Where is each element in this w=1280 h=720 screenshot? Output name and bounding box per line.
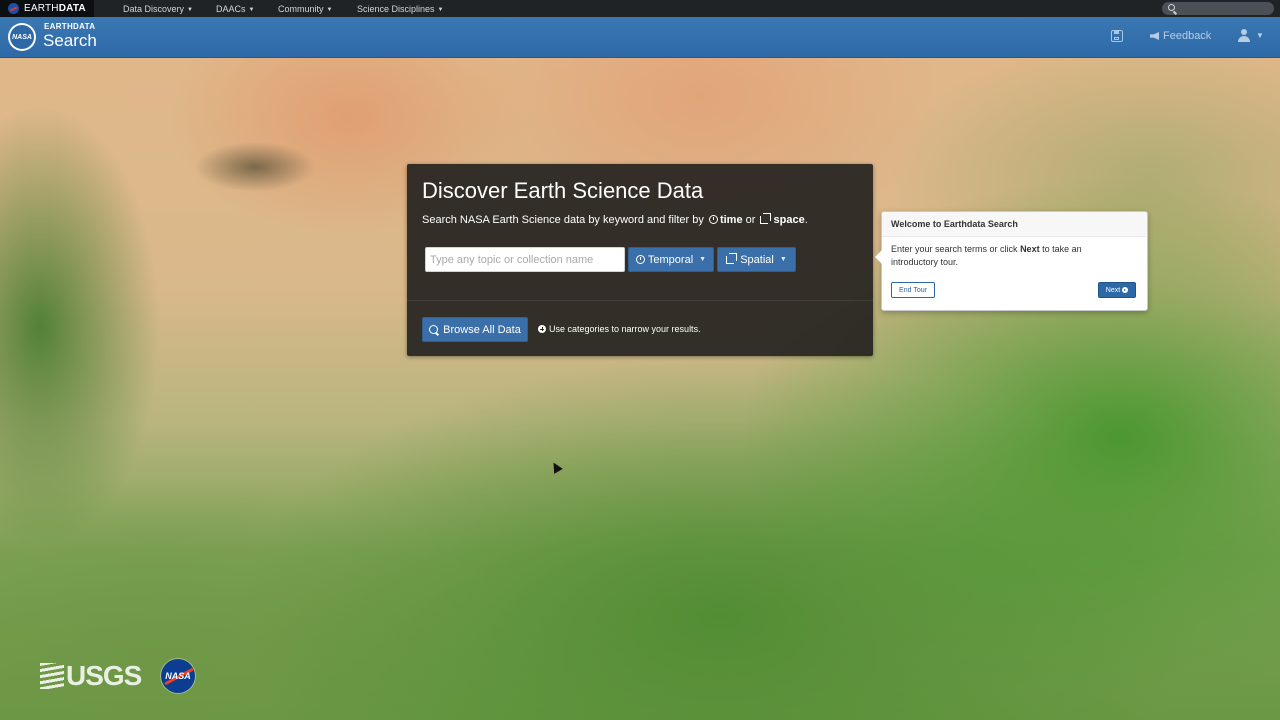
chevron-down-icon: ▼	[187, 6, 193, 13]
nav-community[interactable]: Community ▼	[278, 4, 332, 14]
nav-data-discovery[interactable]: Data Discovery ▼	[123, 4, 193, 14]
spatial-button[interactable]: Spatial ▼	[717, 247, 796, 272]
chevron-down-icon: ▼	[699, 256, 707, 263]
next-tour-button[interactable]: Next	[1098, 282, 1136, 298]
chevron-down-icon: ▼	[248, 6, 255, 13]
app-title-search[interactable]: Search	[43, 31, 97, 51]
nasa-footer-text: NASA	[165, 671, 191, 681]
temporal-label: Temporal	[647, 253, 694, 266]
nav-science-disciplines[interactable]: Science Disciplines ▼	[357, 4, 444, 14]
tour-body: Enter your search terms or click Next to…	[891, 244, 1082, 267]
global-nav-bar: EARTHDATA Data Discovery ▼ DAACs ▼ Communi…	[0, 0, 1280, 17]
user-menu-button[interactable]: ▼	[1238, 29, 1264, 42]
next-label: Next	[1105, 286, 1121, 294]
feedback-button[interactable]: Feedback	[1150, 30, 1211, 42]
brand-text: EARTHDATA	[24, 3, 86, 14]
clock-icon	[708, 215, 718, 224]
crop-icon	[760, 213, 772, 224]
nasa-footer-logo[interactable]: NASA	[161, 659, 195, 693]
usgs-text: USGS	[66, 660, 142, 691]
crop-icon	[726, 252, 738, 264]
panel-divider	[407, 300, 873, 301]
hint-text: Use categories to narrow your results.	[549, 324, 701, 334]
nav-daacs[interactable]: DAACs ▼	[216, 4, 254, 14]
user-icon	[1238, 29, 1250, 42]
chevron-down-icon: ▼	[1256, 31, 1264, 40]
usgs-logo[interactable]: USGS	[40, 660, 142, 692]
chevron-down-icon: ▼	[779, 256, 787, 263]
app-header: NASA EARTHDATA Search Feedback ▼	[0, 17, 1280, 58]
arrow-right-circle-icon	[1122, 287, 1129, 293]
feedback-label: Feedback	[1163, 30, 1212, 42]
tour-popover: Welcome to Earthdata Search Enter your s…	[875, 211, 1148, 311]
nasa-logo-text: NASA	[10, 25, 34, 49]
search-icon	[429, 325, 439, 334]
tour-title: Welcome to Earthdata Search	[882, 212, 1147, 237]
nasa-meatball-icon	[8, 3, 19, 14]
end-tour-button[interactable]: End Tour	[891, 282, 935, 298]
panel-subtitle: Search NASA Earth Science data by keywor…	[422, 213, 808, 226]
browse-all-data-button[interactable]: Browse All Data	[422, 317, 528, 342]
megaphone-icon	[1150, 32, 1159, 40]
temporal-button[interactable]: Temporal ▼	[628, 247, 714, 272]
nasa-logo-icon[interactable]: NASA	[8, 23, 36, 51]
earthdata-brand[interactable]: EARTHDATA	[0, 0, 94, 17]
chevron-down-icon: ▼	[326, 6, 333, 13]
panel-heading: Discover Earth Science Data	[422, 178, 704, 203]
app-title-earthdata: EARTHDATA	[44, 22, 96, 31]
search-icon	[1168, 4, 1175, 11]
discover-panel: Discover Earth Science Data Search NASA …	[407, 164, 873, 356]
save-icon[interactable]	[1111, 30, 1123, 42]
plus-circle-icon	[538, 325, 546, 333]
categories-hint: Use categories to narrow your results.	[538, 324, 701, 334]
browse-label: Browse All Data	[443, 323, 521, 336]
usgs-wave-icon	[40, 663, 64, 689]
spatial-label: Spatial	[740, 253, 774, 266]
keyword-search-input[interactable]	[425, 247, 625, 272]
clock-icon	[635, 255, 645, 264]
background-map[interactable]	[0, 57, 1280, 720]
chevron-down-icon: ▼	[437, 6, 444, 13]
global-search-input[interactable]	[1162, 2, 1274, 15]
